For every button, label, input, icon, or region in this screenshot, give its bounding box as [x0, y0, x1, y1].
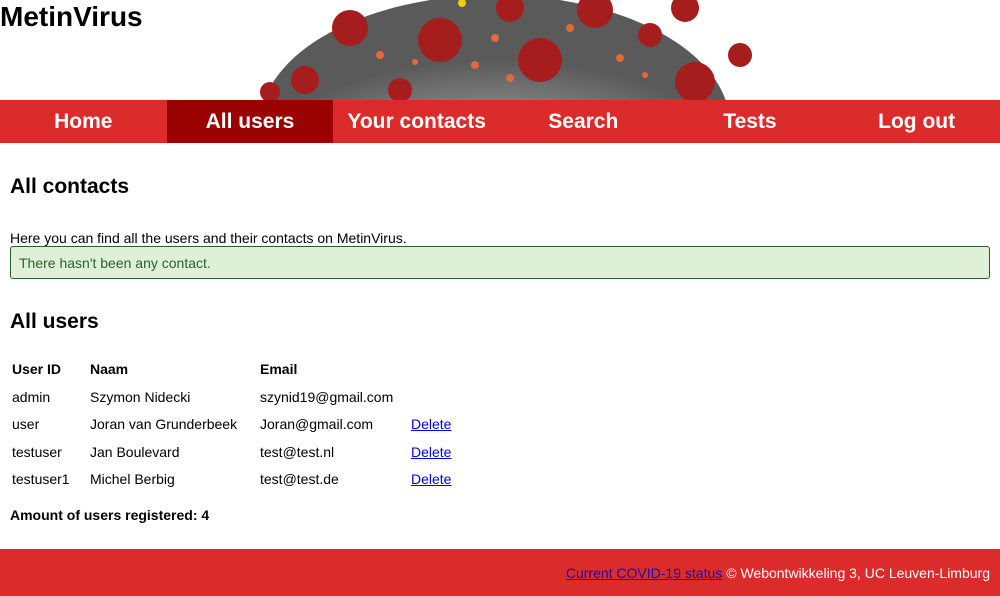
column-header-email: Email	[260, 361, 298, 377]
column-header-action	[409, 355, 469, 383]
user-count: Amount of users registered: 4	[10, 507, 210, 523]
user-email-cell: test@test.nl	[260, 443, 335, 460]
user-naam-cell: Szymon Nidecki	[90, 388, 191, 405]
delete-user-link[interactable]: Delete	[411, 471, 451, 487]
footer-copyright: © Webontwikkeling 3, UC Leuven-Limburg	[726, 564, 990, 581]
column-header-naam: Naam	[90, 361, 129, 377]
delete-user-link[interactable]: Delete	[411, 444, 451, 460]
table-header-row: User ID Naam Email	[10, 355, 469, 383]
covid-status-link[interactable]: Current COVID-19 status	[566, 565, 722, 581]
table-row: testuser1 Michel Berbig test@test.de Del…	[10, 466, 469, 494]
user-email-cell: test@test.de	[260, 471, 339, 488]
nav-all-users[interactable]: All users	[166, 100, 334, 143]
table-row: testuser Jan Boulevard test@test.nl Dele…	[10, 438, 469, 466]
coronavirus-banner-image	[260, 0, 752, 100]
user-email-cell: Joran@gmail.com	[260, 416, 374, 433]
nav-tests[interactable]: Tests	[667, 100, 834, 143]
user-action-cell: Delete	[409, 411, 469, 439]
nav-log-out[interactable]: Log out	[833, 100, 1000, 143]
column-header-user-id: User ID	[12, 361, 62, 377]
nav-search[interactable]: Search	[500, 100, 667, 143]
users-heading: All users	[10, 310, 99, 333]
user-naam-cell: Michel Berbig	[90, 471, 175, 488]
nav-home[interactable]: Home	[0, 100, 167, 143]
user-id-cell: testuser	[12, 443, 62, 460]
table-row: admin Szymon Nidecki szynid19@gmail.com	[10, 383, 469, 411]
main-nav: Home All users Your contacts Search Test…	[0, 100, 1000, 143]
contacts-intro: Here you can find all the users and thei…	[10, 230, 407, 246]
user-naam-cell: Jan Boulevard	[90, 443, 180, 460]
user-action-cell	[409, 383, 469, 411]
site-title: MetinVirus	[0, 1, 143, 32]
user-action-cell: Delete	[409, 438, 469, 466]
site-footer: Current COVID-19 status © Webontwikkelin…	[0, 549, 1000, 596]
user-action-cell: Delete	[409, 466, 469, 494]
site-header: MetinVirus	[0, 0, 1000, 100]
delete-user-link[interactable]: Delete	[411, 416, 451, 432]
user-id-cell: admin	[12, 388, 51, 405]
contacts-heading: All contacts	[10, 175, 130, 198]
users-table: User ID Naam Email admin Szymon Nidecki …	[10, 355, 469, 493]
user-naam-cell: Joran van Grunderbeek	[90, 416, 238, 433]
no-contact-alert: There hasn't been any contact.	[10, 246, 990, 279]
user-id-cell: user	[12, 416, 40, 433]
table-row: user Joran van Grunderbeek Joran@gmail.c…	[10, 411, 469, 439]
user-email-cell: szynid19@gmail.com	[260, 388, 394, 405]
nav-your-contacts[interactable]: Your contacts	[333, 100, 500, 143]
user-id-cell: testuser1	[12, 471, 70, 488]
